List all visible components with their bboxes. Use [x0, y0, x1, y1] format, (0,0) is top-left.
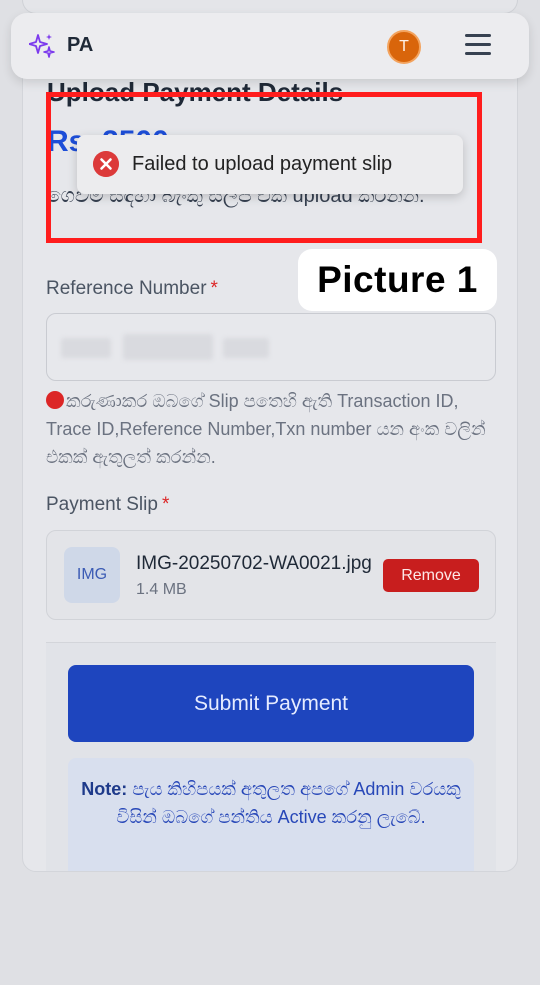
note-box: Note: පැය කිහිපයක් අතුලත අපගේ Admin වරයක… — [68, 758, 474, 871]
required-mark: * — [161, 494, 170, 515]
submit-payment-button[interactable]: Submit Payment — [68, 665, 474, 742]
app-name[interactable]: PA — [67, 34, 93, 57]
reference-number-label: Reference Number * — [46, 278, 218, 299]
redacted-text — [123, 334, 213, 360]
file-name: IMG-20250702-WA0021.jpg — [136, 553, 372, 574]
picture-label: Picture 1 — [298, 249, 497, 311]
remove-file-button[interactable]: Remove — [383, 559, 479, 592]
previous-card-edge — [22, 0, 518, 14]
note-heading: Note: — [81, 779, 128, 799]
hamburger-menu-icon[interactable] — [465, 34, 491, 56]
sparkle-icon[interactable] — [29, 33, 55, 59]
top-navbar: PA T — [11, 13, 529, 79]
redacted-text — [223, 338, 269, 358]
red-dot-icon — [46, 391, 64, 409]
highlight-frame — [46, 92, 482, 243]
reference-hint: කරුණාකර ඔබගේ Slip පතෙහි ඇති Transaction … — [46, 391, 486, 467]
redacted-text — [61, 338, 111, 358]
file-size: 1.4 MB — [136, 581, 187, 598]
reference-number-input[interactable] — [46, 313, 496, 381]
avatar[interactable]: T — [387, 30, 421, 64]
uploaded-file-card: IMG IMG-20250702-WA0021.jpg 1.4 MB Remov… — [46, 530, 496, 620]
image-thumbnail-icon: IMG — [64, 547, 120, 603]
submit-panel: Submit Payment Note: පැය කිහිපයක් අතුලත … — [46, 642, 496, 871]
required-mark: * — [210, 278, 218, 299]
payment-slip-label: Payment Slip * — [46, 494, 170, 515]
note-text: පැය කිහිපයක් අතුලත අපගේ Admin වරයකු විසි… — [116, 779, 461, 827]
